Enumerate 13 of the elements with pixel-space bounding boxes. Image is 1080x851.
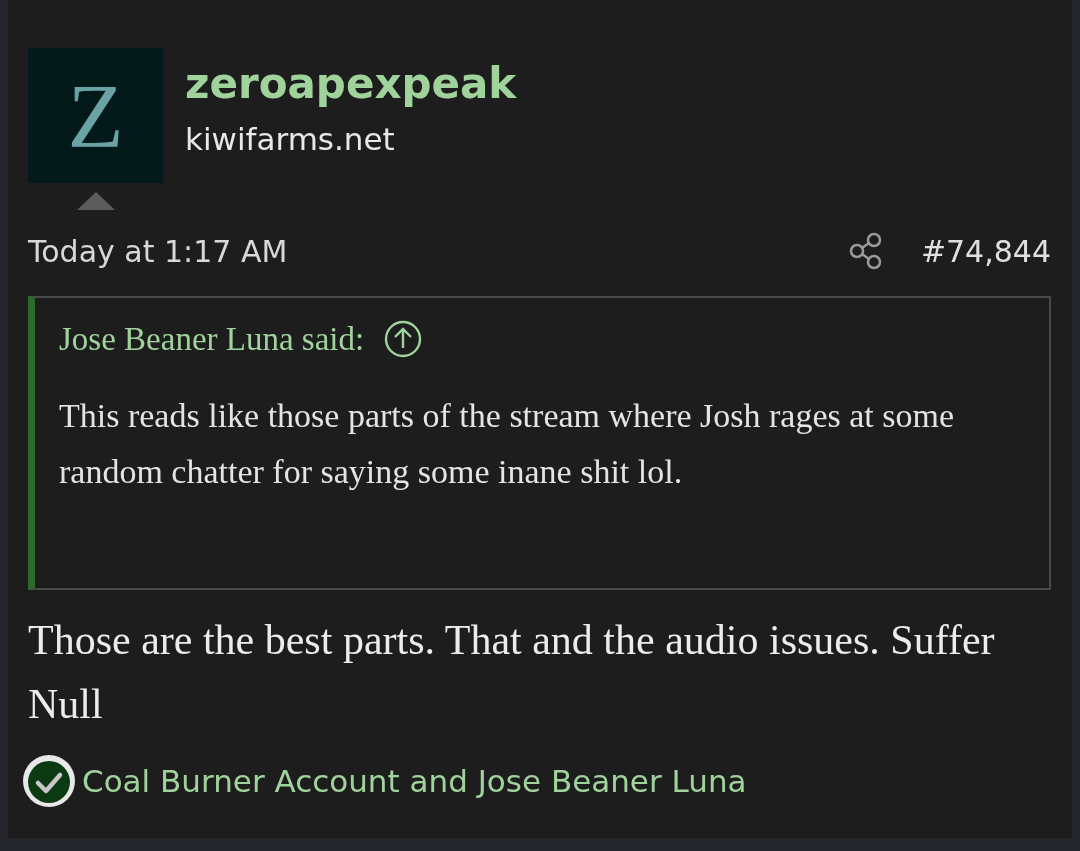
username-link[interactable]: zeroapexpeak (185, 56, 517, 112)
post-number[interactable]: #74,844 (920, 233, 1051, 269)
share-icon[interactable] (848, 232, 883, 270)
quote-author-link[interactable]: Jose Beaner Luna said: (59, 320, 365, 358)
post-text: Those are the best parts. That and the audio issues. Suffer Null (28, 616, 996, 729)
reactions-link[interactable]: Coal Burner Account and Jose Beaner Luna (82, 763, 747, 799)
user-avatar[interactable]: Z (28, 48, 163, 183)
arrow-up-icon[interactable] (384, 320, 423, 358)
quote-text: This reads like those parts of the stream where Josh rages at some random chatter for saying some inane shit lol. (59, 396, 956, 492)
check-icon[interactable] (22, 754, 76, 808)
post-date[interactable]: Today at 1:17 AM (28, 233, 849, 269)
triangle-icon (76, 192, 115, 210)
site-name: kiwifarms.net (185, 120, 396, 159)
